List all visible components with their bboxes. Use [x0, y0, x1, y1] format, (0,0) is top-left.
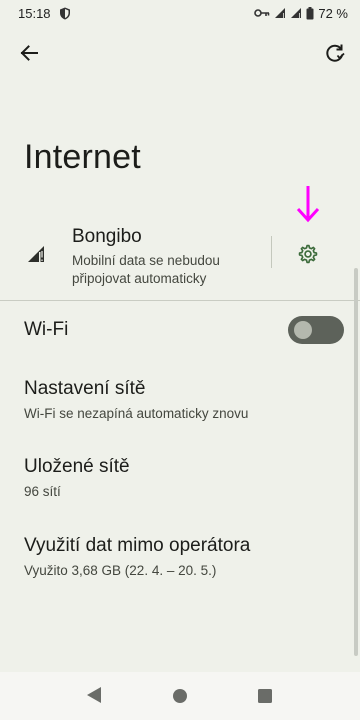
page-title: Internet	[24, 138, 141, 176]
toolbar	[0, 34, 360, 74]
navigation-bar	[0, 672, 360, 720]
signal-icon	[26, 244, 46, 269]
non-carrier-data-usage-item[interactable]: Využití dat mimo operátora Využito 3,68 …	[0, 535, 340, 595]
reset-icon	[326, 44, 345, 62]
item-subtitle: 96 sítí	[24, 484, 61, 499]
network-subtitle: Mobilní data se nebudou připojovat autom…	[72, 253, 220, 286]
back-button[interactable]	[14, 38, 44, 68]
item-subtitle: Wi-Fi se nezapíná automaticky znovu	[24, 406, 249, 421]
network-name: Bongibo	[72, 226, 142, 247]
saved-networks-item[interactable]: Uložené sítě 96 sítí	[0, 456, 340, 516]
network-settings-item[interactable]: Nastavení sítě Wi-Fi se nezapíná automat…	[0, 378, 340, 438]
item-title: Uložené sítě	[24, 456, 130, 477]
signal-icon	[290, 7, 302, 19]
nav-recents-icon[interactable]	[258, 689, 272, 708]
network-settings-button[interactable]	[294, 240, 322, 268]
battery-level: 72 %	[318, 5, 348, 21]
arrow-back-icon	[20, 45, 38, 61]
status-left: 15:18	[18, 6, 71, 21]
wifi-row[interactable]: Wi-Fi	[0, 306, 360, 354]
wifi-toggle[interactable]	[288, 316, 344, 344]
status-bar: 15:18 72 %	[0, 0, 360, 26]
status-time: 15:18	[18, 5, 51, 21]
mobile-network-row[interactable]: Bongibo Mobilní data se nebudou připojov…	[0, 218, 360, 298]
wifi-toggle-knob	[294, 321, 312, 339]
battery-icon	[306, 6, 314, 20]
signal-icon	[274, 7, 286, 19]
nav-home-icon[interactable]	[172, 688, 188, 709]
section-divider	[0, 300, 360, 301]
vpn-key-icon	[254, 8, 270, 18]
status-right: 72 %	[254, 6, 348, 21]
scrollbar[interactable]	[354, 268, 358, 656]
item-title: Nastavení sítě	[24, 378, 146, 399]
reset-button[interactable]	[320, 38, 350, 68]
nav-back-icon[interactable]	[86, 686, 102, 709]
item-subtitle: Využito 3,68 GB (22. 4. – 20. 5.)	[24, 563, 217, 578]
wifi-label: Wi-Fi	[24, 319, 69, 340]
gear-icon	[298, 244, 318, 264]
divider	[271, 236, 272, 268]
item-title: Využití dat mimo operátora	[24, 535, 251, 556]
shield-icon	[59, 7, 71, 20]
